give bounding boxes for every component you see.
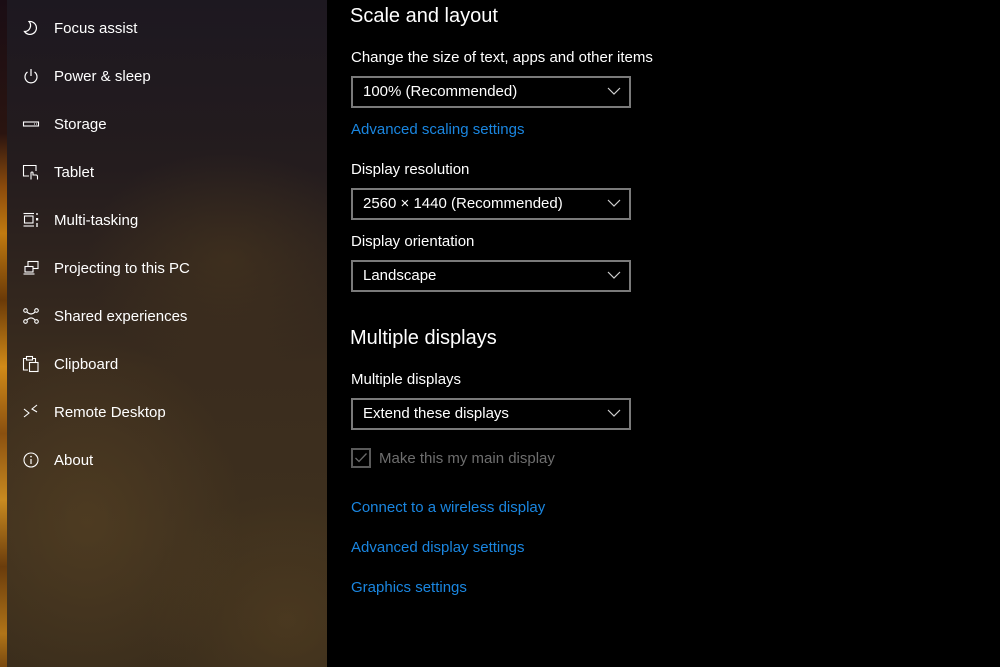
- sidebar-item-label: Power & sleep: [54, 67, 151, 85]
- main-display-checkbox[interactable]: [351, 448, 371, 468]
- chevron-down-icon: [607, 87, 621, 95]
- chevron-down-icon: [607, 409, 621, 417]
- graphics-settings-link[interactable]: Graphics settings: [351, 579, 467, 596]
- settings-window: Focus assist Power & sleep Storage Table…: [0, 0, 1000, 667]
- sidebar-item-label: Clipboard: [54, 355, 119, 373]
- sidebar-item-label: Focus assist: [54, 19, 138, 37]
- size-label: Change the size of text, apps and other …: [351, 49, 653, 66]
- sidebar-item-label: Shared experiences: [54, 307, 188, 325]
- sidebar-item-storage[interactable]: Storage: [7, 104, 327, 144]
- tablet-touch-icon: [22, 164, 39, 180]
- sidebar-item-projecting[interactable]: Projecting to this PC: [7, 248, 327, 288]
- connect-wireless-display-link[interactable]: Connect to a wireless display: [351, 499, 545, 516]
- resolution-dropdown-value: 2560 × 1440 (Recommended): [363, 195, 563, 212]
- main-display-checkbox-row: Make this my main display: [351, 447, 555, 469]
- sidebar-item-label: Storage: [54, 115, 107, 133]
- checkmark-icon: [355, 453, 367, 463]
- orientation-dropdown-value: Landscape: [363, 267, 437, 284]
- sidebar-item-label: Multi-tasking: [54, 211, 139, 229]
- scale-dropdown-value: 100% (Recommended): [363, 83, 518, 100]
- sidebar-item-label: About: [54, 451, 94, 469]
- sidebar-item-remote-desktop[interactable]: Remote Desktop: [7, 392, 327, 432]
- scale-layout-heading: Scale and layout: [350, 5, 498, 27]
- orientation-dropdown[interactable]: Landscape: [351, 260, 631, 292]
- info-icon: [23, 452, 39, 468]
- sidebar-item-shared-experiences[interactable]: Shared experiences: [7, 296, 327, 336]
- orientation-label: Display orientation: [351, 233, 475, 250]
- advanced-display-settings-link[interactable]: Advanced display settings: [351, 539, 524, 556]
- clipboard-icon: [22, 355, 39, 373]
- projecting-icon: [23, 260, 39, 276]
- sidebar-item-power-sleep[interactable]: Power & sleep: [7, 56, 327, 96]
- sidebar-item-clipboard[interactable]: Clipboard: [7, 344, 327, 384]
- multiple-displays-dropdown-value: Extend these displays: [363, 405, 509, 422]
- sidebar-item-label: Tablet: [54, 163, 95, 181]
- advanced-scaling-settings-link[interactable]: Advanced scaling settings: [351, 121, 524, 138]
- moon-icon: [23, 20, 39, 36]
- sidebar-item-label: Remote Desktop: [54, 403, 166, 421]
- multiple-displays-dropdown[interactable]: Extend these displays: [351, 398, 631, 430]
- scale-dropdown[interactable]: 100% (Recommended): [351, 76, 631, 108]
- sidebar: Focus assist Power & sleep Storage Table…: [7, 0, 327, 667]
- resolution-dropdown[interactable]: 2560 × 1440 (Recommended): [351, 188, 631, 220]
- sidebar-item-focus-assist[interactable]: Focus assist: [7, 8, 327, 48]
- sidebar-item-tablet[interactable]: Tablet: [7, 152, 327, 192]
- power-icon: [23, 68, 39, 84]
- chevron-down-icon: [607, 199, 621, 207]
- sidebar-item-label: Projecting to this PC: [54, 259, 190, 277]
- shared-experiences-icon: [23, 308, 39, 324]
- multiple-displays-label: Multiple displays: [351, 371, 462, 388]
- main-display-checkbox-label: Make this my main display: [379, 449, 555, 467]
- desktop-wallpaper: [0, 0, 7, 667]
- resolution-label: Display resolution: [351, 161, 470, 178]
- remote-desktop-icon: [23, 404, 39, 420]
- storage-drive-icon: [22, 116, 40, 132]
- multitasking-icon: [23, 212, 39, 228]
- multiple-displays-heading: Multiple displays: [350, 327, 497, 349]
- display-settings-panel: Scale and layout Change the size of text…: [327, 0, 1000, 667]
- sidebar-item-about[interactable]: About: [7, 440, 327, 480]
- sidebar-item-multitasking[interactable]: Multi-tasking: [7, 200, 327, 240]
- chevron-down-icon: [607, 271, 621, 279]
